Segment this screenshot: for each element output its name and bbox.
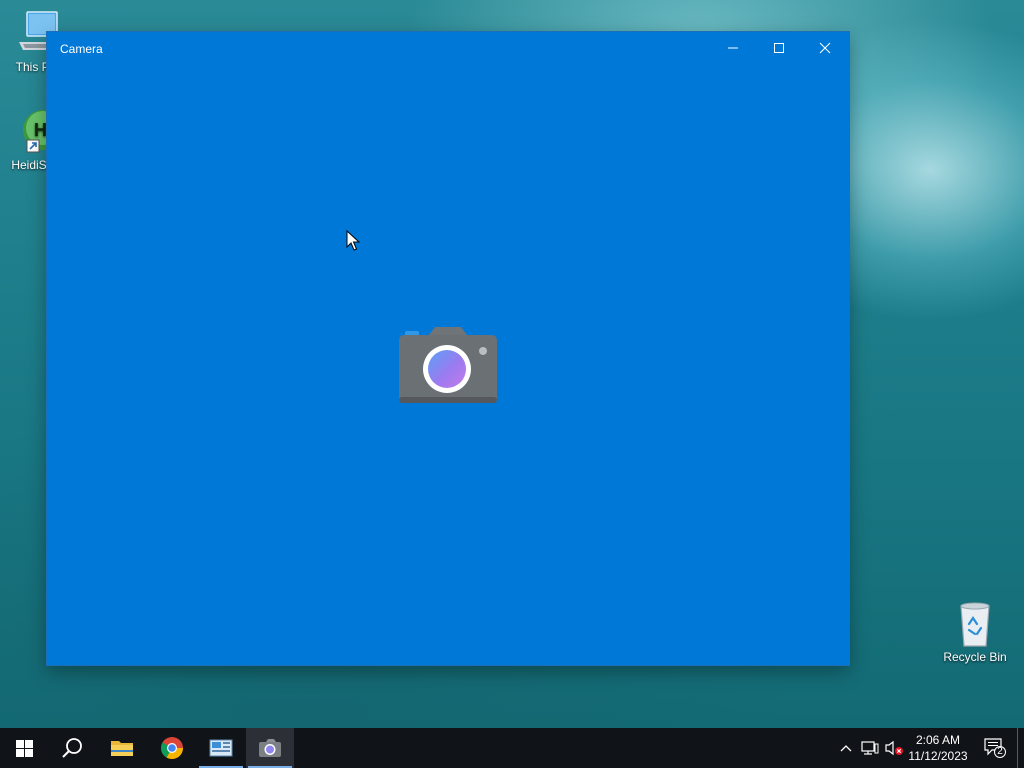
taskbar: 2:06 AM 11/12/2023 2: [0, 728, 1024, 768]
mouse-cursor: [346, 230, 360, 251]
desktop: This PC HS HeidiSQL Recycle Bin Camera: [0, 0, 1024, 728]
clock-time: 2:06 AM: [915, 733, 961, 747]
search-icon: [62, 738, 82, 758]
minimize-icon: [728, 47, 738, 49]
show-desktop-divider[interactable]: [1017, 728, 1018, 768]
title-bar[interactable]: Camera: [47, 32, 849, 64]
network-tray-button[interactable]: [858, 728, 882, 768]
control-panel-icon: [209, 739, 233, 757]
close-icon: [819, 42, 831, 54]
chevron-up-icon: [840, 745, 852, 752]
desktop-icon-label: Recycle Bin: [943, 650, 1007, 664]
maximize-button[interactable]: [756, 32, 802, 64]
minimize-button[interactable]: [710, 32, 756, 64]
action-center-button[interactable]: 2: [982, 728, 1008, 768]
close-button[interactable]: [802, 32, 848, 64]
desktop-icon-recycle-bin[interactable]: Recycle Bin: [938, 602, 1012, 664]
windows-logo-icon: [15, 739, 33, 757]
show-hidden-icons-button[interactable]: [834, 728, 858, 768]
maximize-icon: [774, 43, 784, 53]
taskbar-camera[interactable]: [246, 728, 294, 768]
camera-window: Camera: [47, 32, 849, 665]
clock[interactable]: 2:06 AM 11/12/2023: [903, 732, 973, 764]
notification-count: 2: [997, 746, 1003, 757]
clock-date: 11/12/2023: [908, 749, 968, 763]
volume-muted-icon: [885, 740, 903, 756]
folder-icon: [111, 741, 133, 756]
taskbar-control-panel[interactable]: [197, 728, 245, 768]
network-icon: [861, 741, 879, 755]
window-title: Camera: [60, 42, 103, 56]
camera-icon: [259, 739, 281, 757]
taskbar-chrome[interactable]: [148, 728, 196, 768]
camera-app-icon: [399, 327, 497, 403]
start-button[interactable]: [0, 728, 48, 768]
search-button[interactable]: [48, 728, 96, 768]
recycle-bin-icon: [960, 602, 990, 647]
chrome-icon: [161, 737, 183, 759]
taskbar-file-explorer[interactable]: [98, 728, 146, 768]
